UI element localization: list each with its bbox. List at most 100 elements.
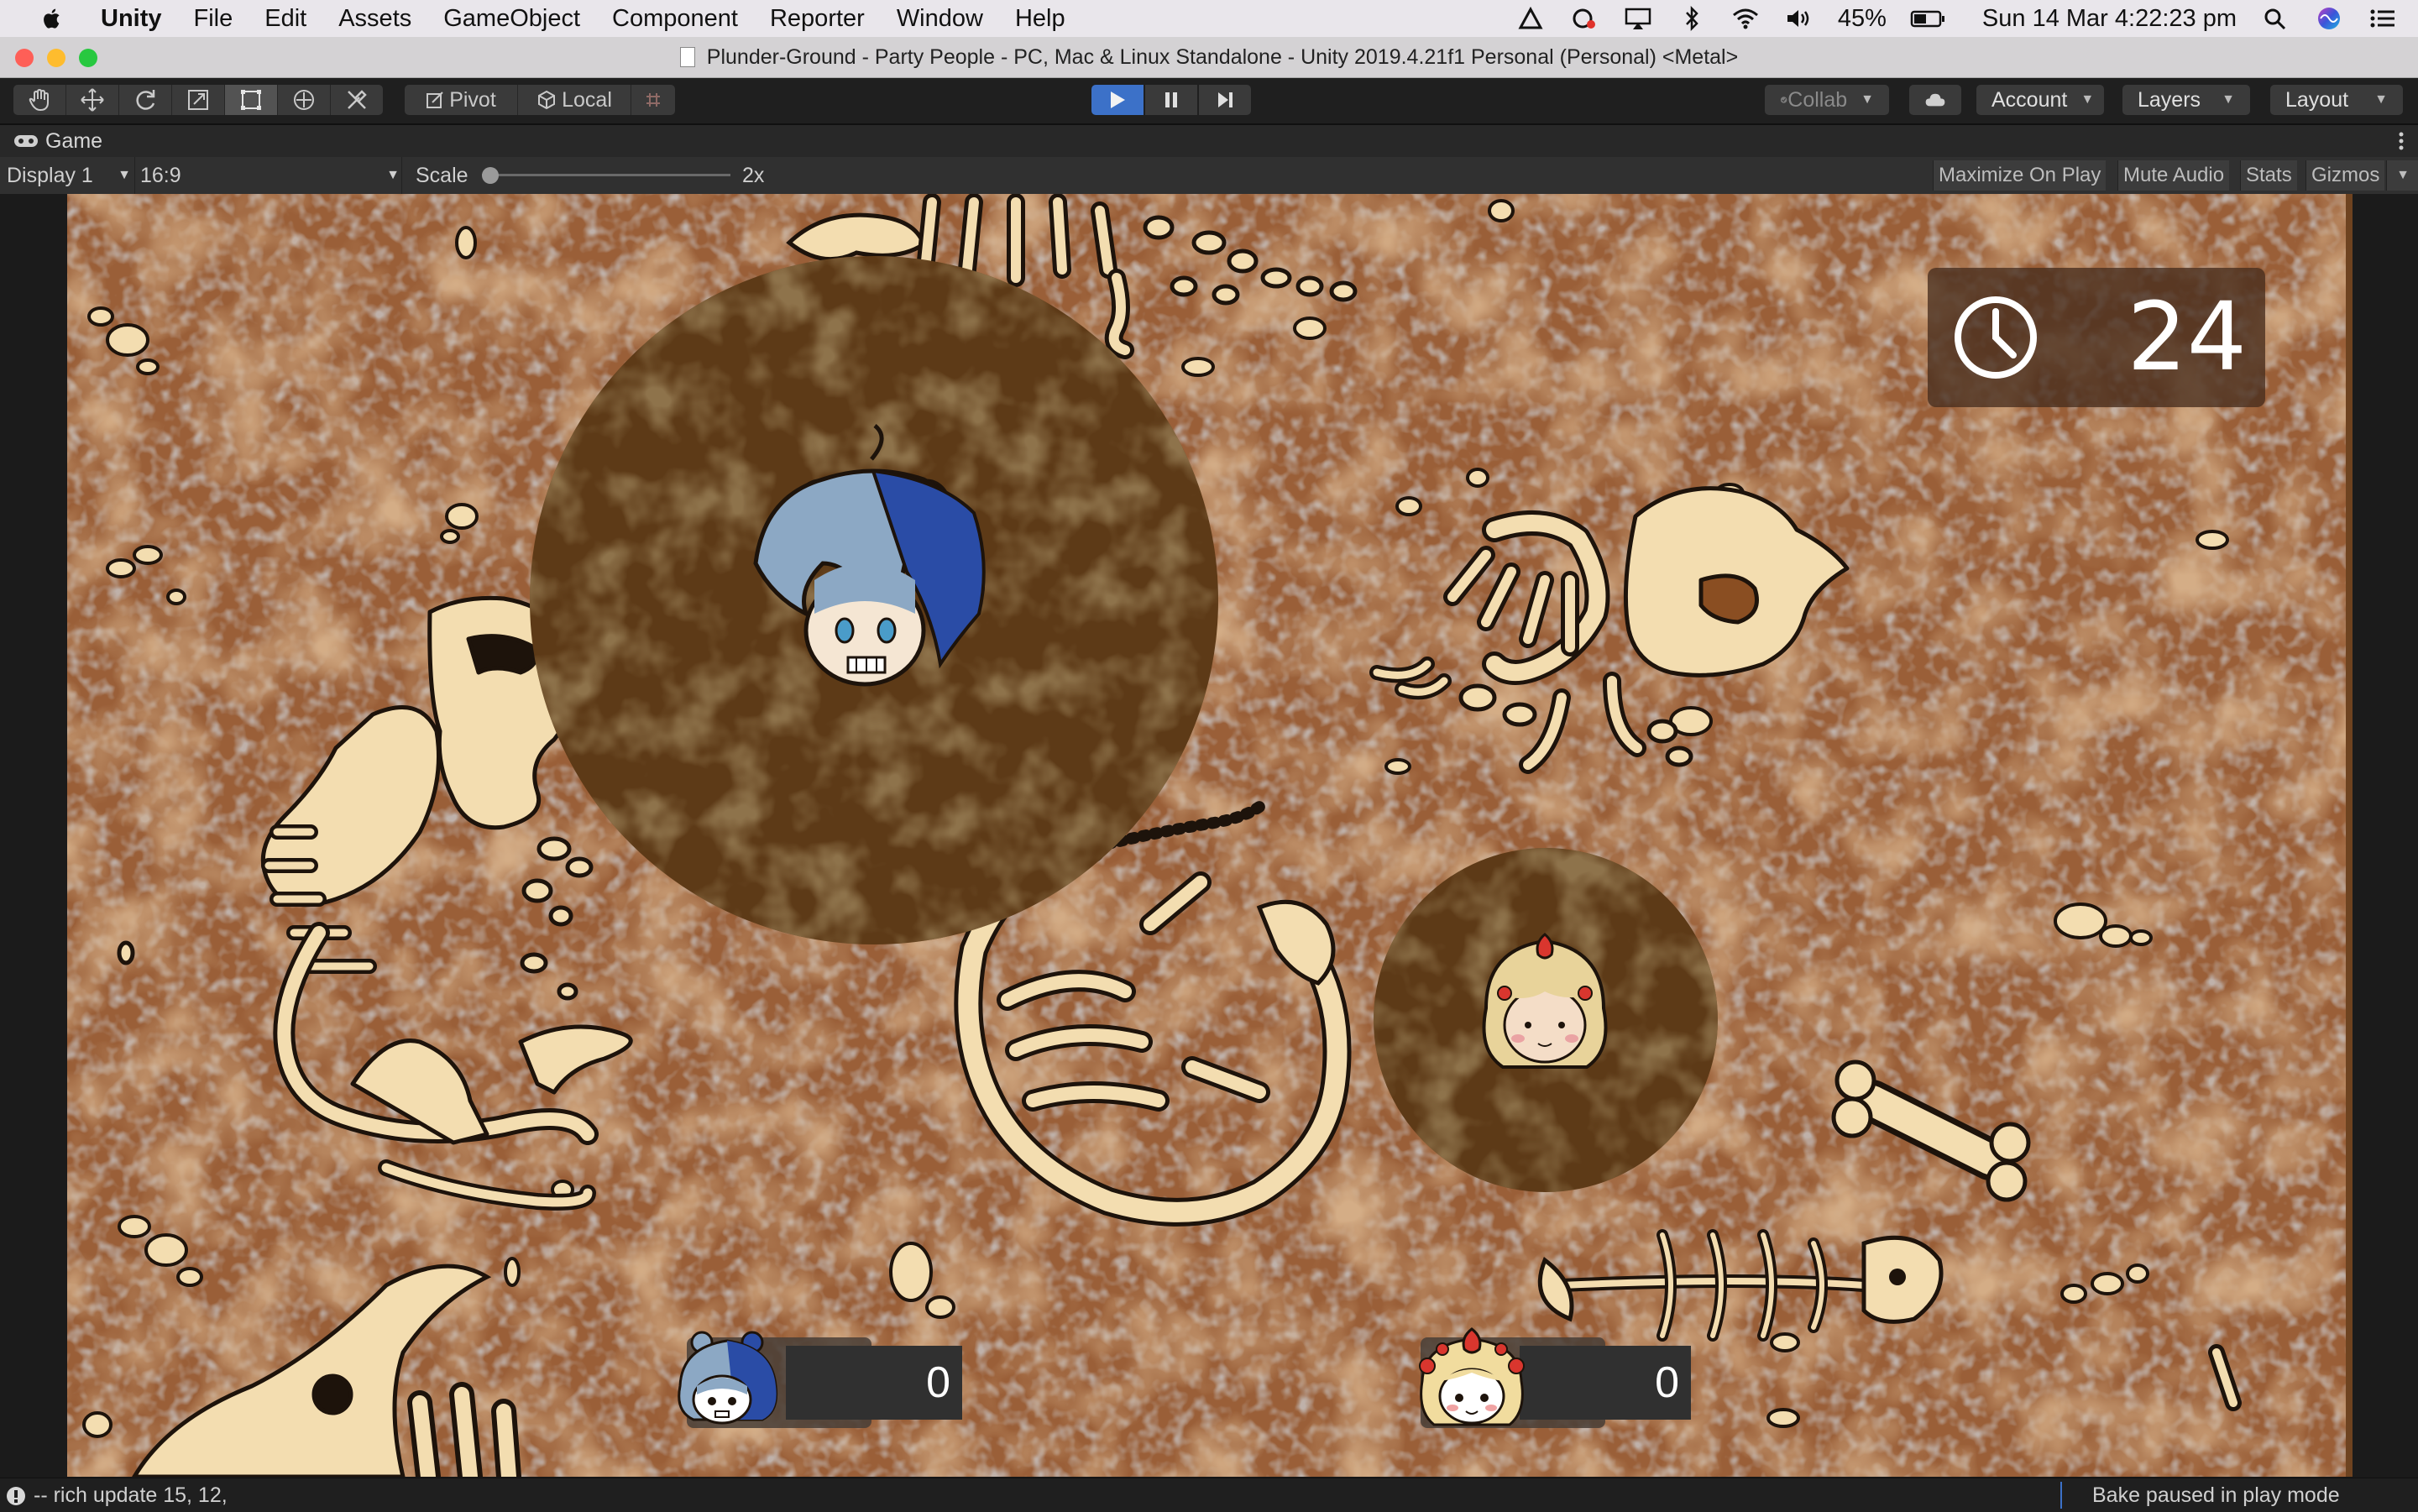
playmode-controls (1091, 85, 1251, 115)
snap-grid-icon[interactable] (631, 85, 675, 115)
game-view-toolbar: Display 1 ▼ 16:9 ▼ Scale 2x Maximize On … (0, 157, 2418, 195)
scale-slider[interactable] (482, 157, 730, 194)
rotate-tool-icon[interactable] (119, 85, 172, 115)
clock-icon (1955, 296, 2037, 379)
display-label: Display 1 (7, 163, 93, 187)
game-tab-label: Game (45, 128, 103, 153)
layout-label: Layout (2285, 87, 2349, 112)
scale-slider-track (482, 174, 730, 176)
account-chevron-down-icon: ▼ (2080, 92, 2095, 107)
battery-icon[interactable] (1910, 6, 1947, 31)
layers-label: Layers (2138, 87, 2201, 112)
player2-avatar (1419, 1327, 1525, 1426)
rect-tool-icon[interactable] (225, 85, 278, 115)
scale-tool-icon[interactable] (172, 85, 225, 115)
airplay-icon[interactable] (1623, 6, 1653, 31)
local-toggle[interactable]: Local (518, 85, 631, 115)
maximize-on-play-toggle[interactable]: Maximize On Play (1933, 160, 2107, 191)
unity-toolbar: Pivot Local Collab ▼ Account ▼ Layers ▼ … (0, 78, 2418, 125)
stats-toggle[interactable]: Stats (2240, 160, 2297, 191)
pivot-toggle[interactable]: Pivot (405, 85, 518, 115)
player1-avatar (678, 1331, 778, 1425)
pause-button[interactable] (1145, 85, 1197, 115)
window-controls (15, 49, 97, 67)
move-tool-icon[interactable] (66, 85, 119, 115)
menu-edit[interactable]: Edit (264, 5, 306, 33)
collab-check-icon (1780, 97, 1787, 103)
mute-audio-toggle[interactable]: Mute Audio (2117, 160, 2230, 191)
local-label: Local (562, 87, 612, 112)
display-chevron-down-icon: ▼ (118, 168, 131, 182)
aspect-label: 16:9 (140, 163, 181, 187)
pivot-label: Pivot (449, 87, 496, 112)
play-button[interactable] (1091, 85, 1144, 115)
transform-tool-icon[interactable] (278, 85, 331, 115)
bluetooth-icon[interactable] (1677, 6, 1707, 31)
menu-gameobject[interactable]: GameObject (443, 5, 580, 33)
menu-help[interactable]: Help (1015, 5, 1065, 33)
cloud-button[interactable] (1909, 85, 1961, 115)
custom-tool-icon[interactable] (331, 85, 383, 115)
hand-tool-icon[interactable] (13, 85, 66, 115)
game-scene[interactable]: 24 0 0 (67, 194, 2346, 1477)
menu-window[interactable]: Window (897, 5, 983, 33)
aspect-chevron-down-icon: ▼ (386, 168, 400, 182)
game-view[interactable]: 24 0 0 (0, 194, 2418, 1477)
menu-assets[interactable]: Assets (338, 5, 411, 33)
zoom-window-button[interactable] (79, 49, 97, 67)
transform-tools (13, 85, 383, 115)
unity-statusbar: -- rich update 15, 12, Bake paused in pl… (0, 1478, 2418, 1512)
notification-center-icon[interactable] (2368, 6, 2398, 31)
creative-cloud-icon[interactable] (1569, 6, 1599, 31)
game-view-edge (2346, 194, 2353, 1477)
spotlight-search-icon[interactable] (2260, 6, 2290, 31)
collab-label: Collab (1787, 87, 1848, 112)
pivot-local-group: Pivot Local (405, 85, 675, 115)
aspect-dropdown[interactable]: 16:9 ▼ (134, 157, 400, 194)
tab-game[interactable]: Game (13, 129, 102, 154)
display-dropdown[interactable]: Display 1 ▼ (7, 157, 131, 194)
step-button[interactable] (1199, 85, 1251, 115)
player1-score-value: 0 (786, 1346, 962, 1420)
window-title: Plunder-Ground - Party People - PC, Mac … (706, 44, 1739, 69)
gizmos-chevron-down-icon[interactable]: ▼ (2386, 160, 2418, 191)
scale-value: 2x (742, 163, 765, 187)
volume-icon[interactable] (1784, 6, 1814, 31)
vlc-icon[interactable] (1515, 6, 1546, 31)
local-cube-icon (538, 90, 556, 110)
kebab-menu-icon[interactable] (2398, 132, 2405, 150)
close-window-button[interactable] (15, 49, 34, 67)
layout-chevron-down-icon: ▼ (2374, 92, 2388, 107)
gamepad-icon (14, 135, 38, 147)
timer-panel: 24 (1928, 268, 2265, 407)
timer-value: 24 (2127, 283, 2247, 392)
menu-app-name[interactable]: Unity (101, 5, 162, 33)
apple-icon[interactable] (34, 5, 71, 32)
game-tab-header: Game (0, 125, 2418, 157)
menu-file[interactable]: File (194, 5, 233, 33)
layers-dropdown[interactable]: Layers ▼ (2122, 85, 2250, 115)
cloud-icon (1925, 93, 1945, 107)
menubar-clock[interactable]: Sun 14 Mar 4:22:23 pm (1982, 5, 2237, 33)
minimize-window-button[interactable] (47, 49, 65, 67)
info-icon[interactable] (5, 1485, 27, 1507)
account-label: Account (1991, 87, 2068, 112)
battery-percentage: 45% (1837, 4, 1887, 32)
mac-menubar: Unity File Edit Assets GameObject Compon… (0, 0, 2418, 37)
player2-score-value: 0 (1520, 1346, 1691, 1420)
collab-dropdown[interactable]: Collab ▼ (1765, 85, 1889, 115)
console-message[interactable]: -- rich update 15, 12, (34, 1483, 228, 1508)
gizmos-toggle[interactable]: Gizmos (2305, 160, 2385, 191)
bake-status[interactable]: Bake paused in play mode (2092, 1483, 2340, 1508)
document-icon (679, 47, 695, 67)
layers-chevron-down-icon: ▼ (2222, 92, 2235, 107)
menu-component[interactable]: Component (612, 5, 738, 33)
layout-dropdown[interactable]: Layout ▼ (2270, 85, 2403, 115)
scale-label: Scale (401, 157, 468, 194)
siri-icon[interactable] (2314, 6, 2344, 31)
window-titlebar: Plunder-Ground - Party People - PC, Mac … (0, 37, 2418, 78)
account-dropdown[interactable]: Account ▼ (1976, 85, 2104, 115)
wifi-icon[interactable] (1730, 6, 1761, 31)
menu-reporter[interactable]: Reporter (770, 5, 865, 33)
scale-slider-thumb[interactable] (482, 167, 499, 184)
